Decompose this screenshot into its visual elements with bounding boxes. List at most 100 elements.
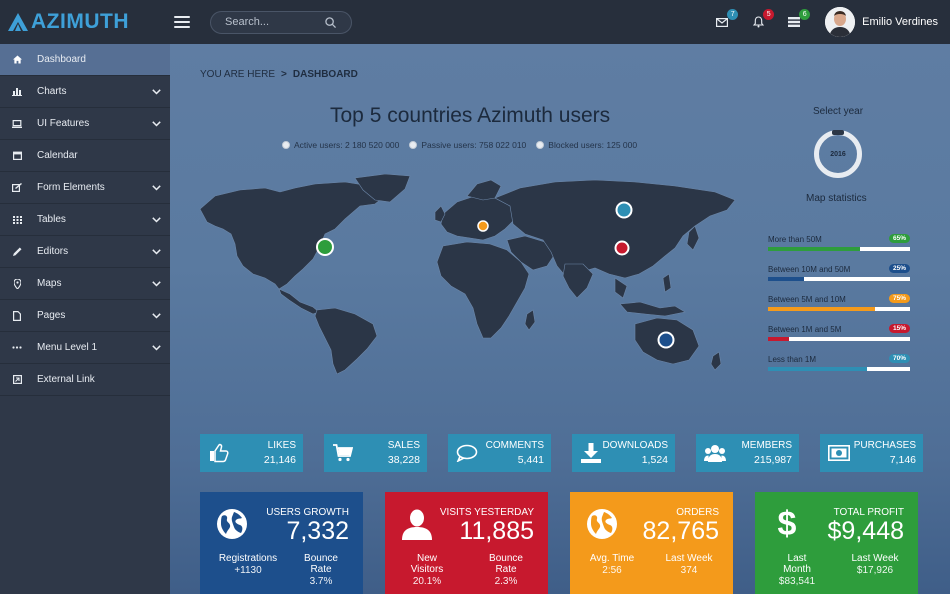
map-marker-usa[interactable]	[316, 238, 334, 256]
notifications-button[interactable]: 5	[751, 9, 775, 29]
bar-chart-icon	[12, 87, 22, 97]
year-selector[interactable]: 2016	[814, 130, 862, 178]
stat-row: Between 1M and 5M 15%	[768, 322, 910, 352]
india-region[interactable]	[562, 263, 594, 299]
legend-blocked[interactable]: Blocked users: 125 000	[536, 140, 637, 150]
sidebar-item-editors[interactable]: Editors	[0, 236, 170, 268]
tile-purchases[interactable]: PURCHASES 7,146	[820, 434, 923, 472]
globe-icon	[584, 506, 620, 542]
map-marker-russia[interactable]	[615, 201, 633, 219]
central-america-region[interactable]	[278, 288, 320, 315]
stat-progress-fill	[768, 307, 875, 311]
legend-label: Blocked users: 125 000	[548, 140, 638, 150]
search-input[interactable]	[225, 16, 325, 28]
card-metric-label: Registrations	[218, 553, 278, 564]
legend-active[interactable]: Active users: 2 180 520 000	[282, 140, 399, 150]
card-orders[interactable]: ORDERS 82,765 Avg. Time 2:56 Last Week 374	[570, 492, 733, 594]
pencil-icon	[12, 247, 22, 257]
stat-badge: 75%	[888, 294, 910, 303]
legend-passive[interactable]: Passive users: 758 022 010	[409, 140, 526, 150]
sidebar-item-ui-features[interactable]: UI Features	[0, 108, 170, 140]
map-marker-australia[interactable]	[657, 331, 675, 349]
search-icon[interactable]	[325, 16, 336, 28]
breadcrumb-current[interactable]: DASHBOARD	[293, 69, 358, 80]
chevron-down-icon	[150, 118, 162, 130]
card-metric: Registrations +1130	[214, 553, 282, 577]
stat-tiles: LIKES 21,146 SALES 38,228 COMMENTS 5,441…	[200, 434, 923, 472]
tile-label: DOWNLOADS	[602, 440, 668, 451]
mail-badge: 7	[727, 9, 739, 20]
sidebar-item-label: Pages	[37, 310, 66, 321]
southeast-asia-region[interactable]	[614, 277, 628, 299]
card-metric-label: Bounce Rate	[489, 553, 523, 575]
world-map[interactable]	[195, 174, 740, 374]
north-america-region[interactable]	[199, 181, 386, 290]
logo-text: AZIMUTH	[31, 10, 129, 33]
download-icon	[580, 442, 602, 464]
avatar[interactable]	[825, 7, 856, 37]
tasks-button[interactable]: 6	[787, 9, 811, 29]
tile-label: MEMBERS	[741, 440, 792, 451]
tile-sales[interactable]: SALES 38,228	[324, 434, 427, 472]
legend-label: Active users: 2 180 520 000	[294, 140, 400, 150]
map-title: Top 5 countries Azimuth users	[330, 104, 611, 127]
sidebar-item-maps[interactable]: Maps	[0, 268, 170, 300]
sidebar-item-label: External Link	[37, 374, 95, 385]
map-legend: Active users: 2 180 520 000 Passive user…	[282, 140, 637, 150]
tile-value: 7,146	[889, 454, 916, 466]
card-metric-value: 2.3%	[494, 575, 518, 587]
sidebar-item-calendar[interactable]: Calendar	[0, 140, 170, 172]
sidebar-item-charts[interactable]: Charts	[0, 76, 170, 108]
search-box[interactable]	[210, 10, 352, 34]
card-users-growth[interactable]: USERS GROWTH 7,332 Registrations +1130 Bo…	[200, 492, 363, 594]
scandinavia-region[interactable]	[466, 179, 502, 201]
sidebar-item-label: Menu Level 1	[37, 342, 98, 353]
tile-value: 5,441	[517, 454, 544, 466]
mail-button[interactable]: 7	[715, 9, 739, 29]
sidebar-item-menu-level-1[interactable]: Menu Level 1	[0, 332, 170, 364]
tile-comments[interactable]: COMMENTS 5,441	[448, 434, 551, 472]
thumbs-up-icon	[208, 442, 230, 464]
sidebar-item-form-elements[interactable]: Form Elements	[0, 172, 170, 204]
stat-label: Between 5M and 10M	[768, 295, 846, 304]
card-value: $9,448	[827, 517, 904, 545]
mail-icon	[716, 17, 729, 27]
sidebar-item-tables[interactable]: Tables	[0, 204, 170, 236]
map-statistics-list: More than 50M 65% Between 10M and 50M 25…	[768, 232, 910, 382]
breadcrumb-prefix: YOU ARE HERE	[200, 69, 276, 80]
stat-row: Between 10M and 50M 25%	[768, 262, 910, 292]
card-visits-yesterday[interactable]: VISITS YESTERDAY 11,885 New Visitors 20.1…	[385, 492, 548, 594]
indonesia-region[interactable]	[619, 301, 686, 317]
bell-icon	[752, 16, 764, 28]
card-total-profit[interactable]: $ TOTAL PROFIT $9,448 Last Month $83,541 …	[755, 492, 918, 594]
south-america-region[interactable]	[314, 307, 378, 374]
tile-likes[interactable]: LIKES 21,146	[200, 434, 303, 472]
tile-label: COMMENTS	[485, 440, 544, 451]
tile-downloads[interactable]: DOWNLOADS 1,524	[572, 434, 675, 472]
user-icon	[399, 506, 435, 542]
tile-members[interactable]: MEMBERS 215,987	[696, 434, 799, 472]
card-metric-label: Last Week	[665, 553, 713, 564]
philippines-region[interactable]	[662, 273, 672, 293]
sidebar-item-pages[interactable]: Pages	[0, 300, 170, 332]
logo[interactable]: AZIMUTH	[0, 0, 170, 44]
menu-toggle-button[interactable]	[174, 16, 190, 28]
card-value: 82,765	[642, 517, 719, 545]
sidebar-item-external-link[interactable]: External Link	[0, 364, 170, 396]
ellipsis-icon	[12, 343, 22, 353]
notifications-badge: 5	[763, 9, 775, 20]
stat-progress-fill	[768, 337, 790, 341]
legend-label: Passive users: 758 022 010	[421, 140, 527, 150]
map-marker-china[interactable]	[614, 240, 630, 256]
sidebar-item-dashboard[interactable]: Dashboard	[0, 44, 170, 76]
new-zealand-region[interactable]	[710, 351, 722, 371]
grid-icon	[12, 215, 22, 225]
sidebar-item-label: Calendar	[37, 150, 78, 161]
stat-label: Less than 1M	[768, 355, 817, 364]
map-marker-europe[interactable]	[477, 220, 489, 232]
user-menu[interactable]: Emilio Verdines	[825, 7, 938, 37]
madagascar-region[interactable]	[524, 309, 536, 331]
external-link-icon	[12, 375, 22, 385]
card-metric-value: 20.1%	[412, 575, 442, 587]
tile-value: 1,524	[641, 454, 668, 466]
